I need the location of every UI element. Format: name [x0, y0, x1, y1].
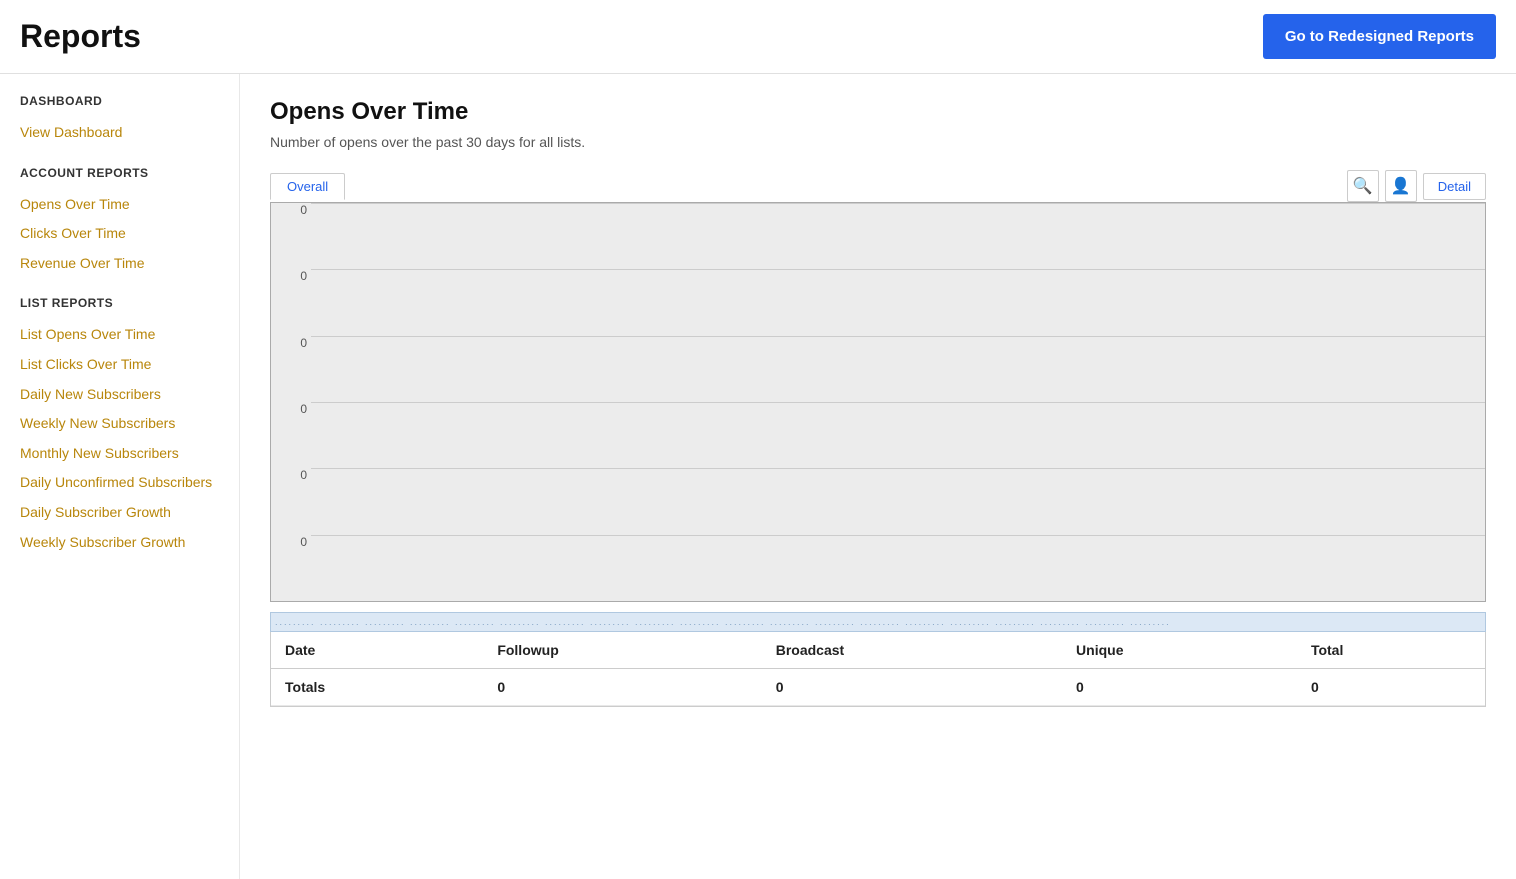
- table-header-total: Total: [1297, 632, 1485, 669]
- table-cell-0-1: 0: [483, 669, 761, 706]
- chart-gridline: 0: [311, 402, 1485, 468]
- chart-wrapper: 000000: [270, 202, 1486, 602]
- search-icon: 🔍: [1353, 176, 1373, 196]
- search-icon-button[interactable]: 🔍: [1347, 170, 1379, 202]
- chart-hline: [311, 203, 1485, 204]
- table-cell-0-4: 0: [1297, 669, 1485, 706]
- table-wrapper: DateFollowupBroadcastUniqueTotal Totals0…: [270, 632, 1486, 707]
- sidebar-section-title-1: ACCOUNT REPORTS: [20, 166, 229, 180]
- main-content: Opens Over Time Number of opens over the…: [240, 74, 1516, 879]
- chart-hline: [311, 535, 1485, 536]
- table-cell-0-2: 0: [762, 669, 1062, 706]
- chart-y-label: 0: [273, 203, 307, 217]
- sidebar-item-opens-over-time[interactable]: Opens Over Time: [20, 190, 229, 220]
- chart-gridline: 0: [311, 203, 1485, 269]
- chart-y-label: 0: [273, 336, 307, 350]
- sidebar-item-revenue-over-time[interactable]: Revenue Over Time: [20, 249, 229, 279]
- timeline-dots: ......... ......... ......... ......... …: [275, 617, 1481, 627]
- sidebar-item-view-dashboard[interactable]: View Dashboard: [20, 118, 229, 148]
- sidebar-item-list-clicks-over-time[interactable]: List Clicks Over Time: [20, 350, 229, 380]
- chart-y-label: 0: [273, 468, 307, 482]
- sidebar-item-daily-subscriber-growth[interactable]: Daily Subscriber Growth: [20, 498, 229, 528]
- table-header-followup: Followup: [483, 632, 761, 669]
- chart-hline: [311, 468, 1485, 469]
- sidebar-item-monthly-new-subscribers[interactable]: Monthly New Subscribers: [20, 439, 229, 469]
- user-icon: 👤: [1391, 176, 1411, 196]
- chart-y-label: 0: [273, 269, 307, 283]
- chart-icons: 🔍 👤 Detail: [1347, 170, 1486, 202]
- table-header-date: Date: [271, 632, 483, 669]
- chart-gridline: 0: [311, 535, 1485, 601]
- chart-gridline: 0: [311, 269, 1485, 335]
- table-cell-0-3: 0: [1062, 669, 1297, 706]
- overall-tab[interactable]: Overall: [270, 173, 345, 200]
- detail-button[interactable]: Detail: [1423, 173, 1486, 200]
- sidebar-item-clicks-over-time[interactable]: Clicks Over Time: [20, 219, 229, 249]
- layout: DASHBOARD View Dashboard ACCOUNT REPORTS Op…: [0, 74, 1516, 879]
- timeline-bar: ......... ......... ......... ......... …: [270, 612, 1486, 632]
- redesigned-reports-button[interactable]: Go to Redesigned Reports: [1263, 14, 1496, 59]
- chart-y-label: 0: [273, 402, 307, 416]
- sidebar-item-list-opens-over-time[interactable]: List Opens Over Time: [20, 320, 229, 350]
- table-header-broadcast: Broadcast: [762, 632, 1062, 669]
- sidebar-item-weekly-subscriber-growth[interactable]: Weekly Subscriber Growth: [20, 528, 229, 558]
- chart-tabs-row: Overall 🔍 👤 Detail: [270, 170, 1486, 202]
- sidebar-item-daily-new-subscribers[interactable]: Daily New Subscribers: [20, 380, 229, 410]
- user-icon-button[interactable]: 👤: [1385, 170, 1417, 202]
- report-title: Opens Over Time: [270, 98, 1486, 126]
- page-title: Reports: [20, 18, 141, 55]
- sidebar-item-weekly-new-subscribers[interactable]: Weekly New Subscribers: [20, 409, 229, 439]
- page-header: Reports Go to Redesigned Reports: [0, 0, 1516, 74]
- chart-area: 000000: [270, 202, 1486, 602]
- chart-hline: [311, 402, 1485, 403]
- table-row: Totals0000: [271, 669, 1485, 706]
- chart-gridline: 0: [311, 468, 1485, 534]
- table-cell-0-0: Totals: [271, 669, 483, 706]
- chart-gridline: 0: [311, 336, 1485, 402]
- sidebar: DASHBOARD View Dashboard ACCOUNT REPORTS Op…: [0, 74, 240, 879]
- table-header-unique: Unique: [1062, 632, 1297, 669]
- chart-hline: [311, 336, 1485, 337]
- sidebar-section-title-0: DASHBOARD: [20, 94, 229, 108]
- data-table: DateFollowupBroadcastUniqueTotal Totals0…: [271, 632, 1485, 706]
- report-subtitle: Number of opens over the past 30 days fo…: [270, 134, 1486, 150]
- sidebar-section-title-2: LIST REPORTS: [20, 296, 229, 310]
- chart-y-label: 0: [273, 535, 307, 549]
- sidebar-item-daily-unconfirmed-subscribers[interactable]: Daily Unconfirmed Subscribers: [20, 468, 229, 498]
- chart-hline: [311, 269, 1485, 270]
